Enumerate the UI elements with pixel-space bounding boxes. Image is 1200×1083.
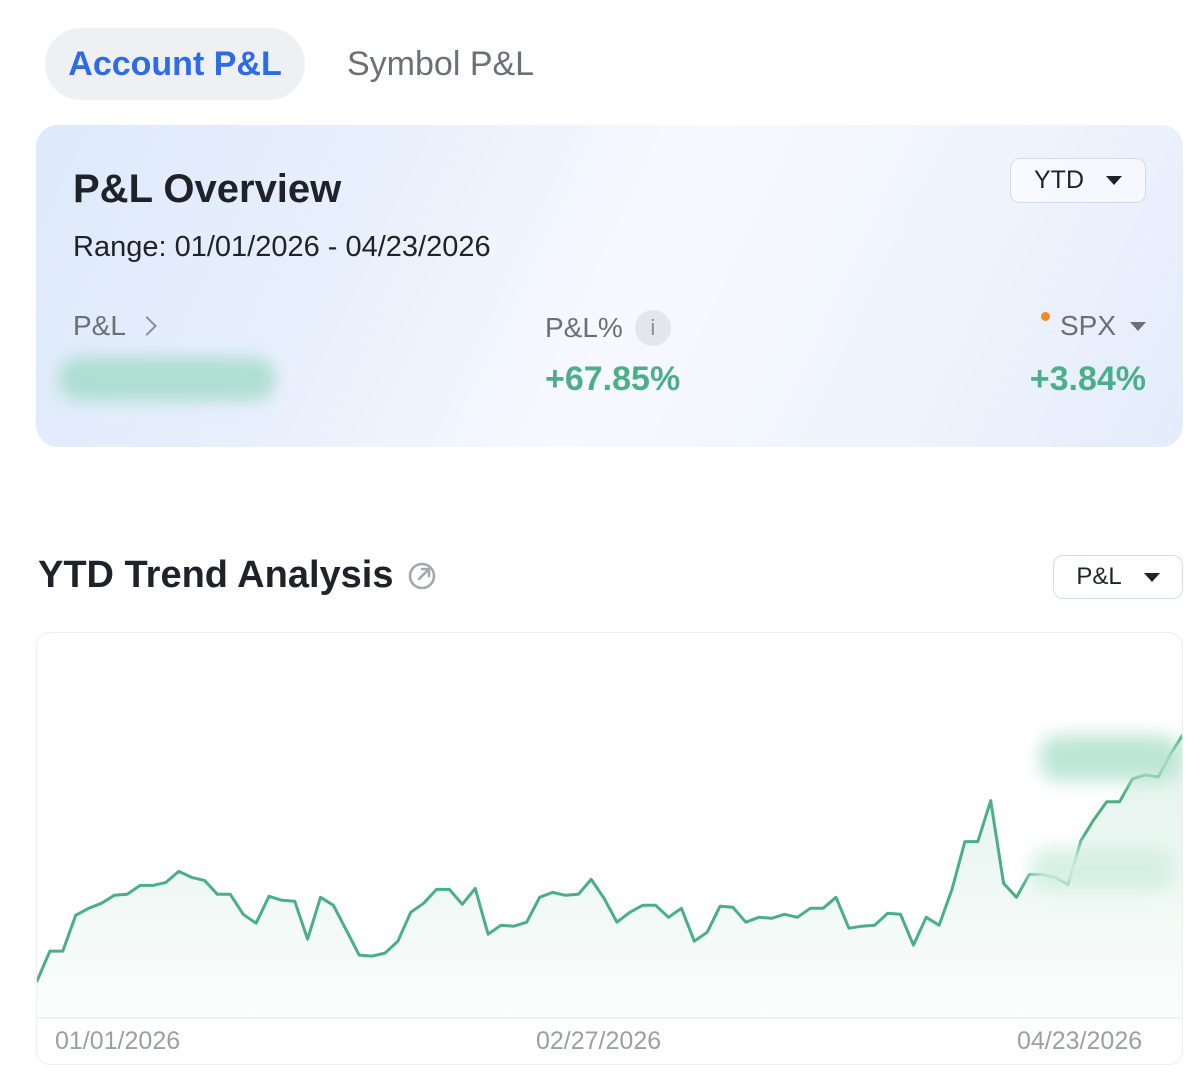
- tab-account-pl[interactable]: Account P&L: [45, 28, 305, 100]
- redacted-value-tag-top: [1040, 735, 1180, 781]
- info-icon[interactable]: i: [634, 310, 671, 346]
- tab-symbol-pl[interactable]: Symbol P&L: [325, 28, 556, 100]
- trend-title-row: YTD Trend Analysis: [38, 554, 437, 597]
- pl-percent-label: P&L%: [545, 312, 623, 343]
- trend-chart: [36, 632, 1183, 1065]
- benchmark-value: +3.84%: [1029, 360, 1146, 398]
- range-label: Range:: [73, 231, 167, 263]
- x-tick-label: 04/23/2026: [1017, 1027, 1143, 1055]
- pl-tabs: Account P&L Symbol P&L: [45, 28, 556, 100]
- trend-metric-dropdown[interactable]: P&L: [1053, 555, 1183, 599]
- trend-chart-svg: [37, 733, 1182, 1019]
- chevron-right-icon: [137, 316, 157, 336]
- redacted-value-tag-bottom: [1030, 847, 1175, 891]
- caret-down-icon: [1130, 321, 1146, 331]
- x-tick-label: 02/27/2026: [536, 1027, 662, 1055]
- pl-percent-value: +67.85%: [545, 360, 681, 398]
- pl-page: Account P&L Symbol P&L P&L Overview Rang…: [0, 0, 1200, 1083]
- caret-down-icon: [1143, 572, 1160, 582]
- pl-label-link[interactable]: P&L: [73, 310, 157, 342]
- overview-title: P&L Overview: [73, 167, 342, 211]
- period-dropdown[interactable]: YTD: [1010, 158, 1146, 203]
- x-tick-label: 01/01/2026: [55, 1027, 181, 1055]
- pl-value-redacted: [58, 357, 276, 401]
- benchmark-dot-icon: [1040, 311, 1050, 321]
- benchmark-label: SPX: [1059, 310, 1116, 341]
- period-dropdown-value: YTD: [1034, 166, 1084, 194]
- pl-label: P&L: [73, 310, 126, 341]
- trend-metric-value: P&L: [1076, 563, 1122, 590]
- benchmark-selector[interactable]: SPX: [1040, 310, 1146, 342]
- range-row: Range: 01/01/2026 - 04/23/2026: [73, 231, 491, 264]
- pl-overview-card: P&L Overview Range: 01/01/2026 - 04/23/2…: [36, 125, 1183, 447]
- pl-percent-label-group: P&L% i: [545, 310, 671, 346]
- share-icon[interactable]: [407, 561, 437, 591]
- caret-down-icon: [1106, 176, 1122, 185]
- trend-area: [37, 736, 1182, 1018]
- range-value: 01/01/2026 - 04/23/2026: [174, 231, 491, 263]
- trend-title: YTD Trend Analysis: [38, 554, 394, 596]
